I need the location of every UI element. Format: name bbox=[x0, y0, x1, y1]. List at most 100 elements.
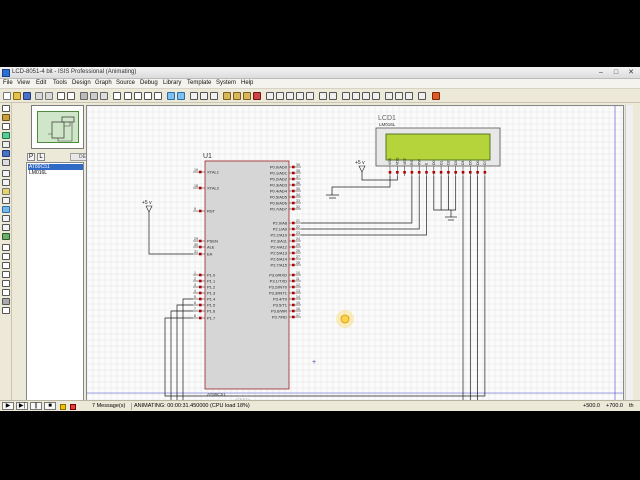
tape-recorder-icon[interactable] bbox=[2, 197, 10, 204]
generator-icon[interactable] bbox=[2, 206, 10, 213]
block-copy-icon[interactable] bbox=[223, 92, 231, 100]
exit-to-parent-icon[interactable] bbox=[372, 92, 380, 100]
virtual-instruments-icon[interactable] bbox=[2, 233, 10, 240]
ares-icon[interactable] bbox=[418, 92, 426, 100]
buses-icon[interactable] bbox=[2, 150, 10, 157]
schematic-svg[interactable]: U1AT89C51<TEXT>19 XTAL118 XTAL29 RST29 PSEN3… bbox=[87, 106, 624, 401]
paste-icon[interactable] bbox=[210, 92, 218, 100]
redo-icon[interactable] bbox=[177, 92, 185, 100]
set-area-icon[interactable] bbox=[67, 92, 75, 100]
marker-2d-icon[interactable] bbox=[2, 307, 10, 314]
copy-icon[interactable] bbox=[200, 92, 208, 100]
remove-sheet-icon[interactable] bbox=[362, 92, 370, 100]
zoom-in-icon[interactable] bbox=[124, 92, 132, 100]
new-sheet-icon[interactable] bbox=[352, 92, 360, 100]
step-button[interactable]: ▶| bbox=[16, 402, 28, 410]
messages-count[interactable]: 7 Message(s) bbox=[92, 403, 125, 410]
property-tool-icon[interactable] bbox=[329, 92, 337, 100]
menu-debug[interactable]: Debug bbox=[140, 80, 158, 86]
netlist-icon[interactable] bbox=[405, 92, 413, 100]
junction-dot-icon[interactable] bbox=[2, 123, 10, 130]
wire-autorouter-icon[interactable] bbox=[306, 92, 314, 100]
menu-design[interactable]: Design bbox=[72, 80, 91, 86]
menu-view[interactable]: View bbox=[17, 80, 30, 86]
overview-window[interactable] bbox=[31, 105, 84, 149]
export-icon[interactable] bbox=[45, 92, 53, 100]
menu-graph[interactable]: Graph bbox=[95, 80, 112, 86]
bill-of-materials-icon[interactable] bbox=[385, 92, 393, 100]
redraw-icon[interactable] bbox=[80, 92, 88, 100]
make-device-icon[interactable] bbox=[276, 92, 284, 100]
undo-icon[interactable] bbox=[167, 92, 175, 100]
path-2d-icon[interactable] bbox=[2, 280, 10, 287]
lcd-pin-name: D2 bbox=[447, 160, 451, 165]
ares-pcb-icon[interactable] bbox=[432, 92, 440, 100]
subcircuit-icon[interactable] bbox=[2, 159, 10, 166]
menu-source[interactable]: Source bbox=[116, 80, 135, 86]
device-pins-icon[interactable] bbox=[2, 179, 10, 186]
overview-visible-area[interactable] bbox=[37, 111, 79, 143]
text-2d-icon[interactable] bbox=[2, 289, 10, 296]
menu-file[interactable]: File bbox=[3, 80, 13, 86]
print-icon[interactable] bbox=[57, 92, 65, 100]
save-icon[interactable] bbox=[23, 92, 31, 100]
menu-library[interactable]: Library bbox=[163, 80, 181, 86]
stop-button[interactable]: ■ bbox=[44, 402, 56, 410]
new-file-icon[interactable] bbox=[3, 92, 11, 100]
text-script-icon[interactable] bbox=[2, 141, 10, 148]
block-delete-icon[interactable] bbox=[253, 92, 261, 100]
arc-2d-icon[interactable] bbox=[2, 271, 10, 278]
play-button[interactable]: ▶ bbox=[2, 402, 14, 410]
grid-icon[interactable] bbox=[90, 92, 98, 100]
zoom-out-icon[interactable] bbox=[134, 92, 142, 100]
terminals-icon[interactable] bbox=[2, 170, 10, 177]
menu-system[interactable]: System bbox=[216, 80, 236, 86]
circle-2d-icon[interactable] bbox=[2, 262, 10, 269]
mcu-pin-number: 7 bbox=[194, 307, 196, 311]
component-mode-icon[interactable] bbox=[2, 114, 10, 121]
electrical-check-icon[interactable] bbox=[395, 92, 403, 100]
voltage-probe-icon[interactable] bbox=[2, 215, 10, 222]
mcu-pin-number: 26 bbox=[296, 249, 300, 253]
mcu-pin-name: P1.6 bbox=[207, 309, 216, 314]
block-move-icon[interactable] bbox=[233, 92, 241, 100]
minimize-button[interactable]: – bbox=[594, 68, 608, 77]
graph-icon[interactable] bbox=[2, 188, 10, 195]
zoom-area-icon[interactable] bbox=[154, 92, 162, 100]
vertical-scrollbar[interactable] bbox=[625, 105, 633, 401]
close-button[interactable]: ✕ bbox=[624, 68, 638, 77]
packaging-icon[interactable] bbox=[286, 92, 294, 100]
design-explorer-icon[interactable] bbox=[342, 92, 350, 100]
open-folder-icon[interactable] bbox=[13, 92, 21, 100]
mcu-pin-name: P1.5 bbox=[207, 303, 216, 308]
block-rotate-icon[interactable] bbox=[243, 92, 251, 100]
menu-tools[interactable]: Tools bbox=[53, 80, 67, 86]
mcu-pin-number: 6 bbox=[194, 301, 196, 305]
pause-button[interactable]: || bbox=[30, 402, 42, 410]
wire-label-icon[interactable] bbox=[2, 132, 10, 139]
origin-icon[interactable] bbox=[100, 92, 108, 100]
current-probe-icon[interactable] bbox=[2, 224, 10, 231]
selection-mode-icon[interactable] bbox=[2, 105, 10, 112]
pick-from-library-button[interactable]: P bbox=[27, 153, 35, 161]
line-2d-icon[interactable] bbox=[2, 244, 10, 251]
pick-device-icon[interactable] bbox=[266, 92, 274, 100]
menu-help[interactable]: Help bbox=[241, 80, 253, 86]
symbol-2d-icon[interactable] bbox=[2, 298, 10, 305]
search-tag-icon[interactable] bbox=[319, 92, 327, 100]
mcu-pin-number: 27 bbox=[296, 255, 300, 259]
maximize-button[interactable]: □ bbox=[609, 68, 623, 77]
schematic-canvas[interactable]: U1 AT89C51 <TEXT> 19 XTAL1 18 XTAL2 9 RST 29 PSEN 3… bbox=[86, 105, 624, 401]
decompose-icon[interactable] bbox=[296, 92, 304, 100]
box-2d-icon[interactable] bbox=[2, 253, 10, 260]
library-manager-button[interactable]: L bbox=[37, 153, 45, 161]
menu-template[interactable]: Template bbox=[187, 80, 211, 86]
device-list[interactable]: AT89C51 LM016L bbox=[26, 162, 84, 401]
menu-edit[interactable]: Edit bbox=[36, 80, 46, 86]
import-icon[interactable] bbox=[35, 92, 43, 100]
pan-icon[interactable] bbox=[113, 92, 121, 100]
cut-icon[interactable] bbox=[190, 92, 198, 100]
mcu-pin-state bbox=[199, 239, 202, 243]
zoom-all-icon[interactable] bbox=[144, 92, 152, 100]
device-list-item[interactable]: LM016L bbox=[28, 170, 83, 176]
